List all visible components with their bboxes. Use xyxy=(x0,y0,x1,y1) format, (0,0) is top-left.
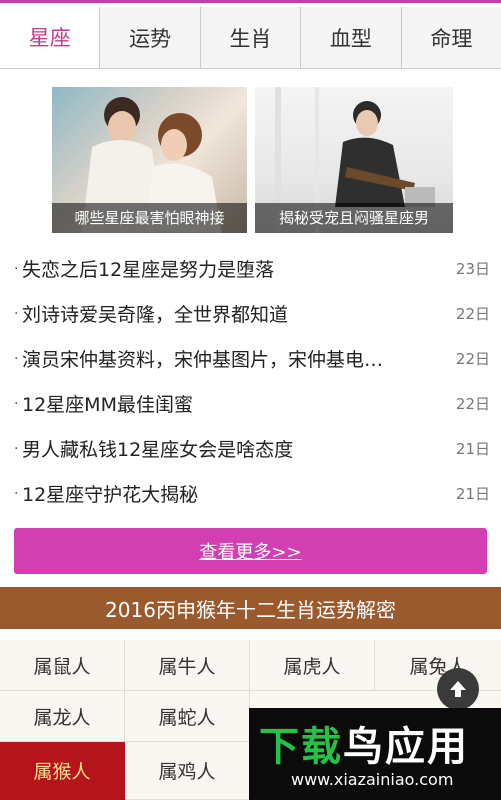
list-item[interactable]: · 失恋之后12星座是努力是堕落 23日 xyxy=(14,246,490,291)
watermark-url: www.xiazainiao.com xyxy=(291,770,454,789)
banner-title: 2016丙申猴年十二生肖运势解密 xyxy=(105,597,396,622)
news-title: 刘诗诗爱吴奇隆，全世界都知道 xyxy=(22,304,289,326)
zodiac-item-tiger[interactable]: 属虎人 xyxy=(250,640,375,691)
list-item[interactable]: · 演员宋仲基资料，宋仲基图片，宋仲基电… 22日 xyxy=(14,336,490,381)
news-list: · 失恋之后12星座是努力是堕落 23日 · 刘诗诗爱吴奇隆，全世界都知道 22… xyxy=(14,246,490,516)
news-title: 失恋之后12星座是努力是堕落 xyxy=(22,259,275,281)
news-title: 12星座MM最佳闺蜜 xyxy=(22,394,193,416)
news-title: 男人藏私钱12星座女会是啥态度 xyxy=(22,439,294,461)
news-date: 23日 xyxy=(455,260,490,278)
tab-mingli[interactable]: 命理 xyxy=(400,7,501,68)
watermark-logo: 下载鸟应用 xyxy=(259,724,469,770)
arrow-up-icon xyxy=(450,681,466,697)
tab-xuexing[interactable]: 血型 xyxy=(300,7,400,68)
news-date: 22日 xyxy=(455,350,490,368)
bullet-icon: · xyxy=(14,305,19,322)
view-more-button[interactable]: 查看更多>> xyxy=(14,528,487,574)
list-item[interactable]: · 12星座MM最佳闺蜜 22日 xyxy=(14,381,490,426)
featured-photos: 哪些星座最害怕眼神接 揭秘受宠且闷骚星座男 xyxy=(52,87,453,233)
zodiac-item-monkey[interactable]: 属猴人 xyxy=(0,742,125,800)
bullet-icon: · xyxy=(14,485,19,502)
category-tabs: 星座 运势 生肖 血型 命理 xyxy=(0,7,501,69)
zodiac-item-snake[interactable]: 属蛇人 xyxy=(125,691,250,742)
news-date: 21日 xyxy=(455,440,490,458)
tab-yunshi[interactable]: 运势 xyxy=(99,7,199,68)
zodiac-item-dragon[interactable]: 属龙人 xyxy=(0,691,125,742)
bullet-icon: · xyxy=(14,350,19,367)
featured-card-2[interactable]: 揭秘受宠且闷骚星座男 xyxy=(255,87,453,233)
news-date: 22日 xyxy=(455,395,490,413)
list-item[interactable]: · 刘诗诗爱吴奇隆，全世界都知道 22日 xyxy=(14,291,490,336)
bullet-icon: · xyxy=(14,260,19,277)
tab-xingzuo[interactable]: 星座 xyxy=(0,7,100,68)
list-item[interactable]: · 12星座守护花大揭秘 21日 xyxy=(14,471,490,516)
news-date: 22日 xyxy=(455,305,490,323)
tab-shengxiao[interactable]: 生肖 xyxy=(199,7,300,68)
news-title: 演员宋仲基资料，宋仲基图片，宋仲基电… xyxy=(22,349,384,371)
watermark: 下载鸟应用 www.xiazainiao.com xyxy=(249,708,501,800)
top-accent-line xyxy=(0,0,501,7)
featured-caption-1: 哪些星座最害怕眼神接 xyxy=(52,203,247,233)
zodiac-item-rat[interactable]: 属鼠人 xyxy=(0,640,125,691)
view-more-label: 查看更多>> xyxy=(199,542,302,563)
bullet-icon: · xyxy=(14,440,19,457)
featured-caption-2: 揭秘受宠且闷骚星座男 xyxy=(255,203,453,233)
bullet-icon: · xyxy=(14,395,19,412)
back-to-top-button[interactable] xyxy=(437,668,479,710)
news-date: 21日 xyxy=(455,485,490,503)
zodiac-item-ox[interactable]: 属牛人 xyxy=(125,640,250,691)
zodiac-item-rooster[interactable]: 属鸡人 xyxy=(125,742,250,800)
news-title: 12星座守护花大揭秘 xyxy=(22,484,199,506)
zodiac-banner: 2016丙申猴年十二生肖运势解密 xyxy=(0,587,501,629)
featured-card-1[interactable]: 哪些星座最害怕眼神接 xyxy=(52,87,247,233)
list-item[interactable]: · 男人藏私钱12星座女会是啥态度 21日 xyxy=(14,426,490,471)
